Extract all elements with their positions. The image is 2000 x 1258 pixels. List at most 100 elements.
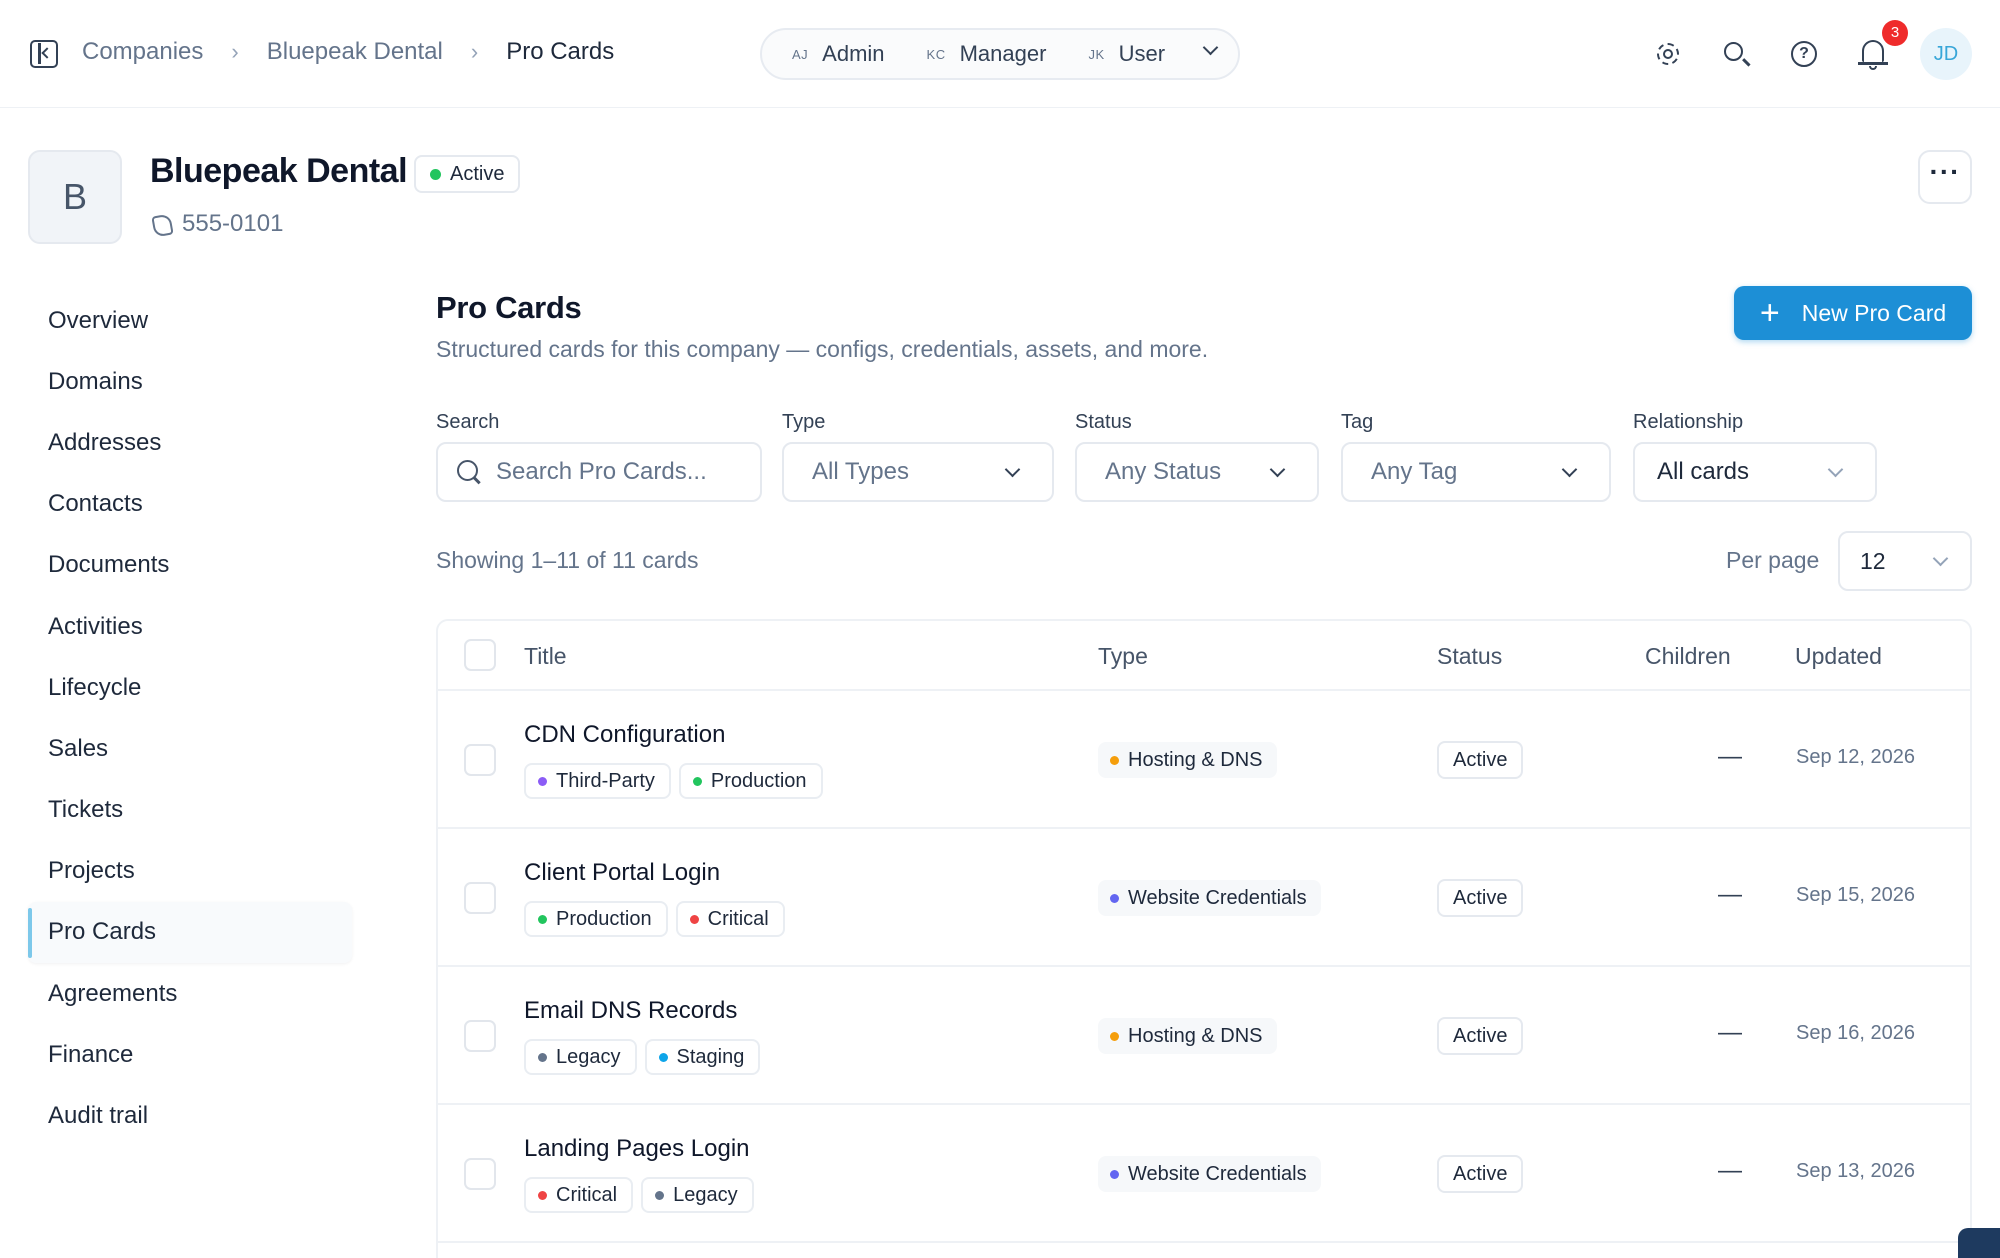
type-dot: [1110, 893, 1119, 903]
breadcrumb-company[interactable]: Bluepeak Dental: [267, 38, 443, 66]
tag-chip[interactable]: Staging: [644, 1039, 761, 1075]
new-pro-card-button[interactable]: + New Pro Card: [1734, 286, 1972, 340]
column-children[interactable]: Children: [1645, 643, 1731, 670]
column-title[interactable]: Title: [524, 643, 567, 670]
type-chip: Website Credentials: [1098, 1156, 1321, 1192]
tag-list: Production Critical: [524, 901, 793, 937]
row-checkbox[interactable]: [464, 882, 496, 914]
user-avatar[interactable]: JD: [1920, 28, 1972, 80]
tag-dot: [692, 776, 702, 786]
role-initials: JK: [1088, 46, 1105, 62]
tag-label: Legacy: [556, 1045, 621, 1068]
company-phone: 555-0101: [150, 210, 283, 238]
nav-item-sales[interactable]: Sales: [28, 718, 352, 779]
tag-dot: [538, 1190, 547, 1200]
tag-filter-select[interactable]: Any Tag: [1341, 442, 1611, 502]
help-icon[interactable]: ?: [1786, 36, 1822, 72]
top-bar: Companies › Bluepeak Dental › Pro Cards …: [0, 0, 2000, 108]
company-nav: Overview Domains Addresses Contacts Docu…: [28, 290, 352, 1147]
card-title[interactable]: Client Portal Login: [524, 859, 720, 887]
tag-chip[interactable]: Production: [524, 901, 668, 937]
row-checkbox[interactable]: [464, 1020, 496, 1052]
tag-chip[interactable]: Third-Party: [524, 763, 671, 799]
role-initials: KC: [926, 46, 946, 62]
column-updated[interactable]: Updated: [1795, 643, 1882, 670]
type-filter-label: Type: [782, 411, 826, 433]
tag-dot: [538, 776, 547, 786]
company-phone-number[interactable]: 555-0101: [182, 210, 283, 238]
nav-item-tickets[interactable]: Tickets: [28, 780, 352, 841]
chevron-down-icon: [1561, 461, 1578, 478]
column-type[interactable]: Type: [1098, 643, 1148, 670]
type-chip: Hosting & DNS: [1098, 742, 1277, 778]
nav-item-addresses[interactable]: Addresses: [28, 412, 352, 473]
updated-date: Sep 15, 2026: [1796, 884, 1915, 906]
nav-item-audit-trail[interactable]: Audit trail: [28, 1085, 352, 1146]
status-badge: Active: [1437, 879, 1524, 917]
nav-item-lifecycle[interactable]: Lifecycle: [28, 657, 352, 718]
tag-chip[interactable]: Critical: [524, 1177, 634, 1213]
type-label: Hosting & DNS: [1128, 1024, 1263, 1047]
column-status[interactable]: Status: [1437, 643, 1502, 670]
nav-item-contacts[interactable]: Contacts: [28, 474, 352, 535]
breadcrumb-companies[interactable]: Companies: [82, 38, 203, 66]
search-filter-label: Search: [436, 411, 500, 433]
plus-icon: +: [1759, 294, 1780, 332]
row-checkbox[interactable]: [464, 1158, 496, 1190]
type-label: Website Credentials: [1128, 886, 1307, 909]
status-badge: Active: [1437, 1155, 1524, 1193]
sidebar-toggle-icon[interactable]: [30, 40, 58, 68]
row-checkbox[interactable]: [464, 744, 496, 776]
nav-item-finance[interactable]: Finance: [28, 1024, 352, 1085]
role-label: User: [1118, 41, 1166, 66]
tag-label: Staging: [676, 1045, 745, 1068]
card-title[interactable]: CDN Configuration: [524, 721, 725, 749]
breadcrumb-current: Pro Cards: [506, 38, 615, 65]
company-name: Bluepeak Dental: [150, 152, 408, 190]
chevron-down-icon: [1269, 461, 1286, 478]
table-row[interactable]: Landing Pages Login Critical Legacy Webs…: [438, 1105, 1970, 1243]
card-title[interactable]: Landing Pages Login: [524, 1135, 750, 1163]
chevron-down-icon[interactable]: [1202, 39, 1219, 56]
status-filter-select[interactable]: Any Status: [1075, 442, 1319, 502]
table-row[interactable]: CDN Configuration Third-Party Production…: [438, 691, 1970, 829]
tag-dot: [689, 914, 699, 924]
tag-chip[interactable]: Legacy: [641, 1177, 754, 1213]
more-options-button[interactable]: ···: [1918, 150, 1972, 204]
select-all-checkbox[interactable]: [464, 639, 496, 671]
card-title[interactable]: Email DNS Records: [524, 997, 737, 1025]
tag-list: Critical Legacy: [524, 1177, 762, 1213]
tag-chip[interactable]: Critical: [675, 901, 785, 937]
role-user[interactable]: JK User: [1088, 41, 1165, 67]
role-manager[interactable]: KC Manager: [927, 41, 1047, 67]
type-filter-select[interactable]: All Types: [782, 442, 1054, 502]
per-page-label: Per page: [1726, 547, 1820, 573]
table-row[interactable]: Email DNS Records Legacy Staging Hosting…: [438, 967, 1970, 1105]
table-header: Title Type Status Children Updated: [438, 621, 1970, 691]
nav-item-projects[interactable]: Projects: [28, 841, 352, 902]
type-label: Website Credentials: [1128, 1162, 1307, 1185]
nav-item-pro-cards[interactable]: Pro Cards: [28, 901, 352, 964]
children-count: —: [1718, 1019, 1742, 1046]
tag-chip[interactable]: Production: [678, 763, 823, 799]
per-page-select[interactable]: 12: [1838, 531, 1972, 591]
breadcrumb: Companies › Bluepeak Dental › Pro Cards: [82, 38, 614, 66]
role-admin[interactable]: AJ Admin: [792, 41, 885, 67]
settings-gear-icon[interactable]: [1650, 36, 1686, 72]
nav-item-domains[interactable]: Domains: [28, 351, 352, 412]
nav-item-overview[interactable]: Overview: [28, 290, 352, 351]
search-icon: [456, 459, 482, 485]
floating-assistant-button[interactable]: [1958, 1228, 2000, 1258]
nav-item-documents[interactable]: Documents: [28, 535, 352, 596]
tag-chip[interactable]: Legacy: [524, 1039, 637, 1075]
relationship-filter-select[interactable]: All cards: [1633, 442, 1877, 502]
search-icon[interactable]: [1718, 36, 1754, 72]
chevron-right-icon: ›: [231, 39, 239, 64]
nav-item-activities[interactable]: Activities: [28, 596, 352, 657]
tag-label: Critical: [707, 907, 769, 930]
role-switcher[interactable]: AJ Admin KC Manager JK User: [760, 28, 1240, 80]
search-input[interactable]: Search Pro Cards...: [436, 442, 762, 502]
nav-item-agreements[interactable]: Agreements: [28, 963, 352, 1024]
table-row[interactable]: Client Portal Login Production Critical …: [438, 829, 1970, 967]
tag-dot: [655, 1190, 665, 1200]
